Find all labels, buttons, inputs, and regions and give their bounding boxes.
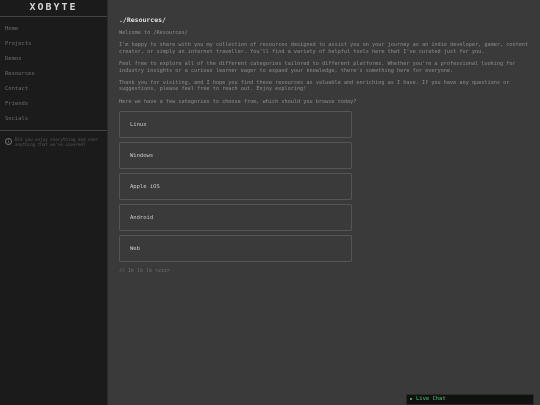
- main-content: ./Resources/ Welcome to /Resources/ I'm …: [108, 0, 540, 405]
- category-linux[interactable]: Linux: [119, 111, 352, 139]
- page-title: ./Resources/: [119, 16, 166, 24]
- sidebar-divider: [0, 130, 107, 131]
- footer-note: // 1k lk lk <zzz>: [119, 268, 171, 275]
- explore-paragraph: Feel free to explore all of the differen…: [119, 61, 516, 74]
- sidebar-nav: Home Projects Demos Resources Contact Fr…: [0, 22, 107, 127]
- nav-item-socials[interactable]: Socials: [0, 112, 107, 127]
- nav-item-friends[interactable]: Friends: [0, 97, 107, 112]
- page: XOBYTE Home Projects Demos Resources Con…: [0, 0, 540, 405]
- category-android[interactable]: Android: [119, 204, 352, 232]
- status-dot-icon: [410, 397, 412, 400]
- live-chat-button[interactable]: Live Chat: [406, 394, 534, 405]
- live-chat-label: Live Chat: [416, 396, 446, 402]
- info-icon: i: [5, 138, 12, 145]
- category-windows[interactable]: Windows: [119, 142, 352, 170]
- sidebar-info-text: Did you enjoy everything and ever anythi…: [15, 137, 99, 148]
- nav-item-projects[interactable]: Projects: [0, 37, 107, 52]
- intro-paragraph: I'm happy to share with you my collectio…: [119, 42, 529, 55]
- nav-item-resources[interactable]: Resources: [0, 67, 107, 82]
- site-logo[interactable]: XOBYTE: [0, 0, 107, 17]
- sidebar: XOBYTE Home Projects Demos Resources Con…: [0, 0, 108, 405]
- categories-prompt: Here we have a few categories to choose …: [119, 98, 357, 105]
- sidebar-info: i Did you enjoy everything and ever anyt…: [0, 137, 107, 147]
- nav-item-contact[interactable]: Contact: [0, 82, 107, 97]
- welcome-text: Welcome to /Resources/: [119, 30, 188, 36]
- thanks-paragraph: Thank you for visiting, and I hope you f…: [119, 80, 510, 93]
- nav-item-home[interactable]: Home: [0, 22, 107, 37]
- category-web[interactable]: Web: [119, 235, 352, 263]
- category-list: Linux Windows Apple iOS Android Web: [119, 111, 352, 263]
- category-apple-ios[interactable]: Apple iOS: [119, 173, 352, 201]
- nav-item-demos[interactable]: Demos: [0, 52, 107, 67]
